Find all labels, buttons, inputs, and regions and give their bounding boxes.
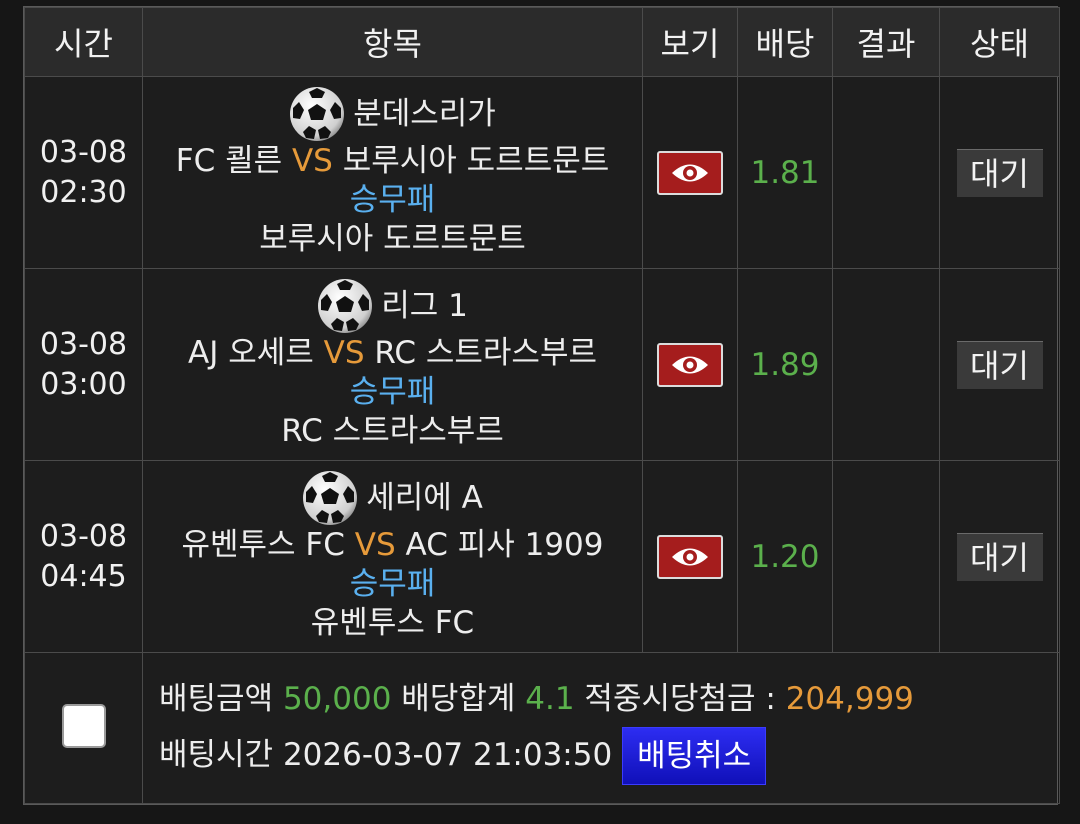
- select-cell: [24, 652, 143, 804]
- bet-time: 02:30: [40, 174, 127, 210]
- header-view: 보기: [642, 7, 738, 77]
- odds-value: 1.81: [737, 76, 833, 269]
- view-cell: [642, 268, 738, 461]
- bet-slip-table-frame: 시간 항목 보기 배당 결과 상태 03-08 02:30 분데스리가 FC 쾰…: [23, 6, 1060, 805]
- status-cell: 대기: [939, 460, 1060, 653]
- odds-value: 1.20: [737, 460, 833, 653]
- status-badge: 대기: [956, 148, 1043, 197]
- bet-time: 03:00: [40, 366, 127, 402]
- market-type: 승무패: [349, 374, 436, 410]
- bet-amount-label: 배팅금액: [159, 680, 274, 717]
- bet-date: 03-08: [39, 518, 128, 554]
- header-row: 시간 항목 보기 배당 결과 상태: [24, 7, 1060, 77]
- market-type: 승무패: [349, 182, 436, 218]
- match-line: FC 쾰른 VS 보루시아 도르트문트: [143, 142, 642, 181]
- view-cell: [642, 76, 738, 269]
- selected-pick: RC 스트라스부르: [281, 413, 504, 449]
- league-line: 세리에 A: [143, 470, 642, 526]
- vs-label: VS: [354, 527, 396, 563]
- bet-item-cell: 세리에 A 유벤투스 FC VS AC 피사 1909 승무패 유벤투스 FC: [142, 460, 643, 653]
- match-line: AJ 오세르 VS RC 스트라스부르: [143, 334, 642, 373]
- odds-value: 1.89: [737, 268, 833, 461]
- result-cell: [832, 460, 940, 653]
- bet-row: 03-08 04:45 세리에 A 유벤투스 FC VS AC 피사 1909 …: [24, 460, 1060, 653]
- match-line: 유벤투스 FC VS AC 피사 1909: [143, 526, 642, 565]
- status-badge: 대기: [956, 532, 1043, 581]
- soccer-ball-icon: [290, 87, 345, 141]
- bet-time-cell: 03-08 04:45: [24, 460, 143, 653]
- league-line: 분데스리가: [143, 86, 642, 142]
- home-team: AJ 오세르: [188, 335, 314, 371]
- summary-amount-line: 배팅금액 50,000 배당합계 4.1 적중시당첨금 : 204,999: [159, 671, 1059, 727]
- soccer-ball-icon: [303, 471, 358, 525]
- bet-item-cell: 분데스리가 FC 쾰른 VS 보루시아 도르트문트 승무패 보루시아 도르트문트: [142, 76, 643, 269]
- bet-row: 03-08 03:00 리그 1 AJ 오세르 VS RC 스트라스부르 승무패…: [24, 268, 1060, 461]
- selected-pick: 보루시아 도르트문트: [259, 221, 526, 257]
- view-cell: [642, 460, 738, 653]
- status-badge: 대기: [956, 340, 1043, 389]
- league-name: 리그 1: [381, 287, 468, 324]
- header-item: 항목: [142, 7, 643, 77]
- home-team: 유벤투스 FC: [181, 527, 345, 563]
- summary-cell: 배팅금액 50,000 배당합계 4.1 적중시당첨금 : 204,999 배팅…: [142, 652, 1060, 804]
- league-name: 분데스리가: [353, 95, 496, 132]
- result-cell: [832, 76, 940, 269]
- soccer-ball-icon: [318, 279, 373, 333]
- bet-time-label: 배팅시간: [159, 736, 274, 773]
- bet-item-cell: 리그 1 AJ 오세르 VS RC 스트라스부르 승무패 RC 스트라스부르: [142, 268, 643, 461]
- header-time: 시간: [24, 7, 143, 77]
- vs-label: VS: [323, 335, 365, 371]
- market-type: 승무패: [349, 566, 436, 602]
- bet-row: 03-08 02:30 분데스리가 FC 쾰른 VS 보루시아 도르트문트 승무…: [24, 76, 1060, 269]
- summary-time-line: 배팅시간 2026-03-07 21:03:50 배팅취소: [159, 727, 1059, 786]
- home-team: FC 쾰른: [175, 143, 283, 179]
- header-result: 결과: [832, 7, 940, 77]
- view-button[interactable]: [657, 534, 723, 579]
- summary-row: 배팅금액 50,000 배당합계 4.1 적중시당첨금 : 204,999 배팅…: [24, 652, 1060, 804]
- bet-datetime: 2026-03-07 21:03:50: [282, 736, 613, 773]
- status-cell: 대기: [939, 268, 1060, 461]
- result-cell: [832, 268, 940, 461]
- view-button[interactable]: [657, 342, 723, 387]
- eye-icon: [672, 164, 708, 181]
- status-cell: 대기: [939, 76, 1060, 269]
- away-team: RC 스트라스부르: [374, 335, 597, 371]
- bet-date: 03-08: [39, 326, 128, 362]
- select-checkbox[interactable]: [61, 704, 106, 748]
- view-button[interactable]: [657, 150, 723, 195]
- bet-date: 03-08: [39, 134, 128, 170]
- total-odds-label: 배당합계: [401, 680, 516, 717]
- bet-time-cell: 03-08 03:00: [24, 268, 143, 461]
- bet-amount: 50,000: [282, 680, 392, 717]
- selected-pick: 유벤투스 FC: [310, 605, 475, 641]
- payout-amount: 204,999: [785, 680, 914, 717]
- bet-time-cell: 03-08 02:30: [24, 76, 143, 269]
- bet-time: 04:45: [40, 558, 127, 594]
- header-odds: 배당: [737, 7, 833, 77]
- total-odds: 4.1: [525, 680, 575, 717]
- vs-label: VS: [291, 143, 333, 179]
- eye-icon: [672, 548, 708, 565]
- league-line: 리그 1: [143, 278, 642, 334]
- league-name: 세리에 A: [366, 479, 483, 516]
- away-team: AC 피사 1909: [405, 527, 604, 563]
- eye-icon: [672, 356, 708, 373]
- payout-label: 적중시당첨금 :: [584, 680, 776, 717]
- away-team: 보루시아 도르트문트: [342, 143, 610, 179]
- cancel-bet-button[interactable]: 배팅취소: [622, 727, 767, 786]
- header-status: 상태: [939, 7, 1060, 77]
- bet-slip-table: 시간 항목 보기 배당 결과 상태 03-08 02:30 분데스리가 FC 쾰…: [24, 7, 1060, 804]
